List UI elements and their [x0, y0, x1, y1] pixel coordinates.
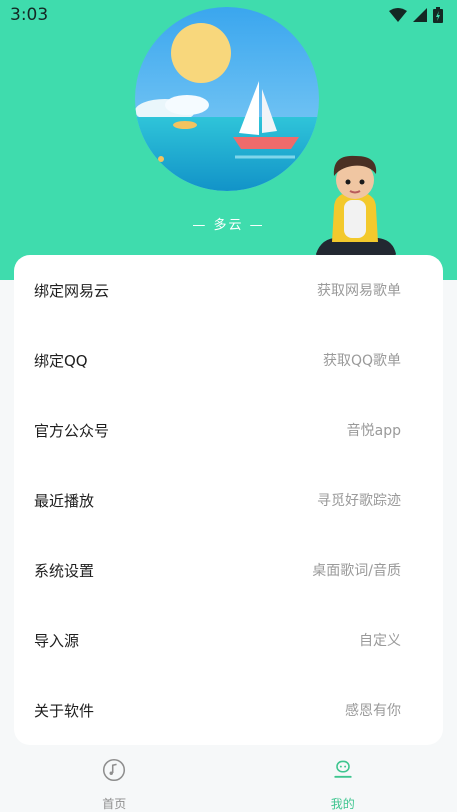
menu-item-label: 绑定QQ	[34, 351, 88, 370]
menu-item-label: 导入源	[34, 631, 80, 650]
menu-item-import-source[interactable]: 导入源 自定义	[14, 605, 443, 675]
menu-item-official-account[interactable]: 官方公众号 音悦app	[14, 395, 443, 465]
menu-item-bind-qq[interactable]: 绑定QQ 获取QQ歌单	[14, 325, 443, 395]
menu-card: 绑定网易云 获取网易歌单 绑定QQ 获取QQ歌单 官方公众号 音悦app 最近播…	[14, 255, 443, 745]
status-icons	[389, 7, 443, 23]
profile-icon	[334, 760, 352, 778]
menu-item-label: 最近播放	[34, 491, 95, 510]
menu-item-hint: 寻觅好歌踪迹	[317, 493, 401, 509]
menu-item-bind-netease[interactable]: 绑定网易云 获取网易歌单	[14, 255, 443, 325]
menu-item-hint: 获取QQ歌单	[322, 353, 401, 369]
signal-icon	[413, 8, 427, 22]
menu-item-label: 官方公众号	[34, 421, 110, 440]
menu-item-hint: 音悦app	[346, 423, 401, 439]
profile-screen: 3:03 — 多云 — 绑定网易云 获取网易歌单 绑定QQ 获取QQ歌单 官方公…	[0, 0, 457, 812]
nav-label-home: 首页	[102, 797, 127, 811]
nav-item-mine[interactable]: 我的	[229, 748, 457, 812]
menu-item-about[interactable]: 关于软件 感恩有你	[14, 675, 443, 745]
battery-icon	[433, 7, 443, 23]
menu-item-hint: 桌面歌词/音质	[312, 563, 401, 579]
menu-item-hint: 获取网易歌单	[317, 283, 401, 299]
menu-item-label: 关于软件	[34, 701, 95, 720]
music-disc-icon	[103, 758, 126, 782]
profile-avatar[interactable]	[135, 7, 319, 191]
nav-item-home[interactable]: 首页	[0, 748, 229, 812]
menu-item-label: 系统设置	[34, 561, 95, 580]
menu-item-hint: 感恩有你	[345, 703, 401, 719]
nav-label-mine: 我的	[330, 797, 355, 811]
menu-item-settings[interactable]: 系统设置 桌面歌词/音质	[14, 535, 443, 605]
status-time: 3:03	[10, 5, 49, 25]
menu-item-label: 绑定网易云	[34, 281, 110, 300]
menu-item-recent-plays[interactable]: 最近播放 寻觅好歌踪迹	[14, 465, 443, 535]
profile-header: 3:03 — 多云 —	[0, 0, 457, 280]
menu-item-hint: 自定义	[359, 633, 401, 649]
bottom-nav: 首页 我的	[0, 748, 457, 812]
wifi-icon	[389, 8, 407, 22]
